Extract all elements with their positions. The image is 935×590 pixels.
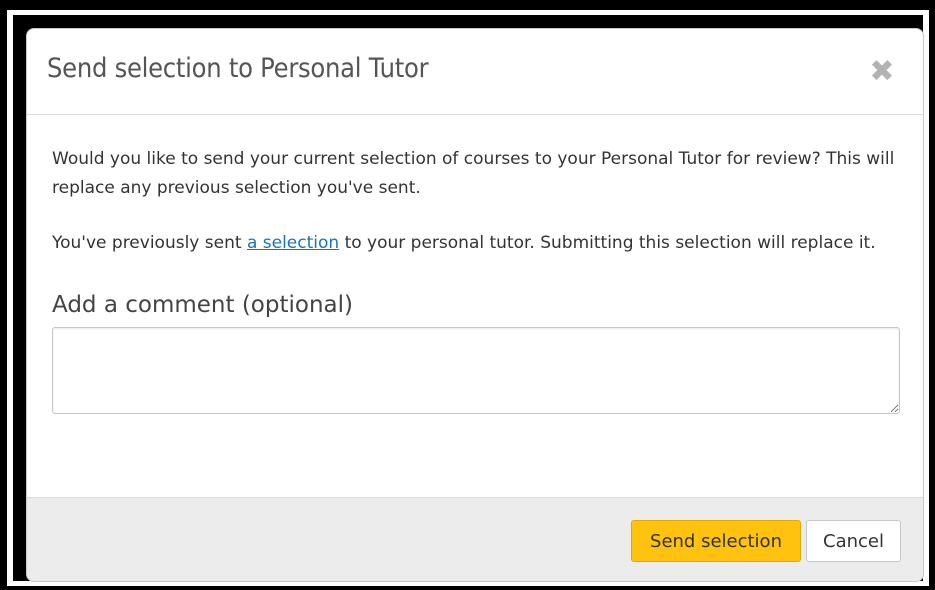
modal-dialog: Send selection to Personal Tutor ✖ Would… <box>26 28 924 582</box>
previous-selection-text-after: to your personal tutor. Submitting this … <box>339 233 876 253</box>
comment-textarea[interactable] <box>52 327 900 414</box>
intro-paragraph: Would you like to send your current sele… <box>52 149 895 198</box>
dialog-title: Send selection to Personal Tutor <box>47 53 429 84</box>
close-icon[interactable]: ✖ <box>867 57 897 87</box>
comment-label: Add a comment (optional) <box>52 292 353 318</box>
previous-selection-paragraph: You've previously sent a selection to yo… <box>52 229 902 258</box>
dialog-header: Send selection to Personal Tutor ✖ <box>27 29 923 115</box>
dialog-body: Would you like to send your current sele… <box>52 145 902 414</box>
send-selection-button[interactable]: Send selection <box>631 520 801 562</box>
previous-selection-link[interactable]: a selection <box>247 233 339 253</box>
previous-selection-text-before: You've previously sent <box>52 233 247 253</box>
dialog-footer: Send selection Cancel <box>27 497 923 581</box>
cancel-button[interactable]: Cancel <box>806 520 901 562</box>
